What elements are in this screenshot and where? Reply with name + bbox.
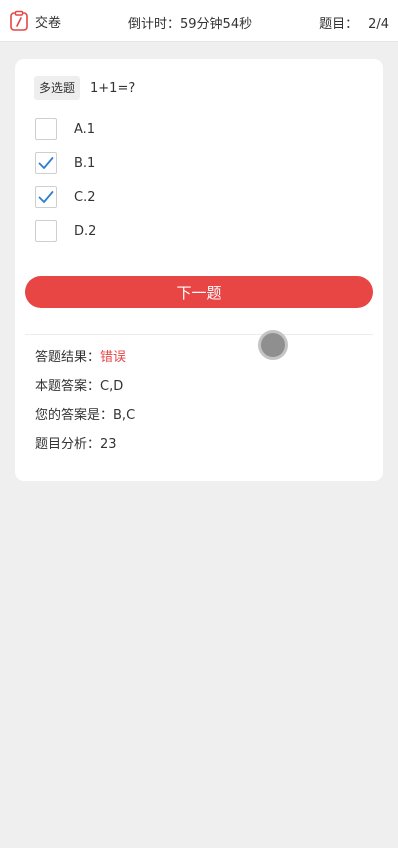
option-b[interactable]: B.1 xyxy=(35,151,335,175)
checkmark-icon xyxy=(38,157,54,169)
result-value: 错误 xyxy=(100,350,127,365)
option-b-checkbox[interactable] xyxy=(35,152,57,174)
option-d-label: D.2 xyxy=(74,223,97,239)
analysis-row: 题目分析：23 xyxy=(35,433,117,452)
top-bar: 交卷 倒计时：59分钟54秒 题目： 2/4 xyxy=(0,0,398,42)
your-answer-value: B,C xyxy=(113,408,136,423)
your-answer-row: 您的答案是：B,C xyxy=(35,404,135,423)
question-card: 多选题 1+1=? A.1 B.1 C.2 D.2 下一题 答题结果：错误 本题… xyxy=(15,59,383,481)
submit-exam-button[interactable]: 交卷 xyxy=(8,10,61,32)
option-a-checkbox[interactable] xyxy=(35,118,57,140)
analysis-value: 23 xyxy=(100,437,117,452)
option-c[interactable]: C.2 xyxy=(35,185,335,209)
correct-answer-label: 本题答案： xyxy=(35,379,101,394)
question-progress: 题目： 2/4 xyxy=(319,13,389,32)
progress-value: 2/4 xyxy=(368,17,389,32)
countdown-timer: 倒计时：59分钟54秒 xyxy=(128,17,253,32)
question-header: 多选题 1+1=? xyxy=(34,76,135,100)
touch-indicator xyxy=(258,330,288,360)
analysis-label: 题目分析： xyxy=(35,437,101,452)
correct-answer-row: 本题答案：C,D xyxy=(35,375,123,394)
answer-result-row: 答题结果：错误 xyxy=(35,346,126,365)
option-b-label: B.1 xyxy=(74,155,96,171)
progress-label: 题目： xyxy=(319,17,359,32)
result-label: 答题结果： xyxy=(35,350,101,365)
option-c-label: C.2 xyxy=(74,189,96,205)
submit-label: 交卷 xyxy=(35,15,62,31)
option-a-label: A.1 xyxy=(74,121,96,137)
option-d[interactable]: D.2 xyxy=(35,219,335,243)
next-question-button[interactable]: 下一题 xyxy=(25,276,373,308)
question-type-tag: 多选题 xyxy=(34,76,81,100)
option-c-checkbox[interactable] xyxy=(35,186,57,208)
divider xyxy=(25,334,373,335)
option-d-checkbox[interactable] xyxy=(35,220,57,242)
your-answer-label: 您的答案是： xyxy=(35,408,114,423)
clipboard-pencil-icon xyxy=(10,10,28,31)
question-text: 1+1=? xyxy=(90,80,136,96)
correct-answer-value: C,D xyxy=(100,379,124,394)
option-a[interactable]: A.1 xyxy=(35,117,335,141)
checkmark-icon xyxy=(38,191,54,203)
